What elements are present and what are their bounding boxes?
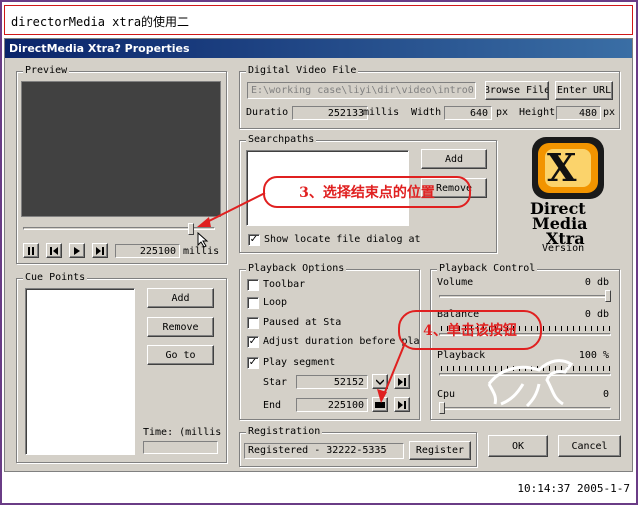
playback-options-group: Playback Options Toolbar Loop Paused at … — [239, 263, 420, 420]
end-label: End — [263, 400, 282, 411]
cue-add-button[interactable]: Add — [147, 288, 214, 308]
height-field: 480 — [556, 106, 601, 120]
searchpath-add-button[interactable]: Add — [421, 149, 487, 169]
enter-url-button[interactable]: Enter URL — [555, 81, 613, 100]
play-segment-checkbox[interactable]: ✓ — [247, 357, 259, 369]
properties-dialog: DirectMedia Xtra? Properties Preview 225… — [4, 38, 633, 472]
video-path-field[interactable]: E:\working case\liyi\dir\video\intro0 — [247, 82, 476, 99]
pause-icon — [28, 246, 34, 255]
checkmark-icon: ✓ — [249, 234, 259, 245]
set-end-icon — [375, 401, 385, 408]
ok-button[interactable]: OK — [488, 435, 548, 457]
preview-position-field: 225100 — [115, 244, 180, 258]
cue-remove-button[interactable]: Remove — [147, 317, 214, 337]
step-back-icon — [50, 246, 58, 255]
preview-screen — [21, 81, 221, 217]
segment-start-field[interactable]: 52152 — [296, 375, 368, 389]
playback-rate-value: 100 % — [578, 350, 609, 361]
preview-group: Preview 225100 millis — [16, 65, 227, 264]
dialog-title: DirectMedia Xtra? Properties — [9, 42, 190, 55]
toolbar-label: Toolbar — [263, 279, 306, 290]
playback-rate-label: Playback — [437, 350, 486, 361]
cue-points-group: Cue Points Add Remove Go to Time: (milli… — [16, 272, 227, 463]
step-forward-icon — [96, 246, 104, 255]
annotation-step3: 3、选择结束点的位置 — [263, 176, 471, 208]
registration-field: Registered - 32222-5335 — [244, 443, 404, 459]
width-field: 640 — [444, 106, 492, 120]
volume-value: 0 db — [584, 277, 609, 288]
browse-file-button[interactable]: Browse File — [485, 81, 549, 100]
height-label: Height — [519, 107, 556, 118]
balance-value: 0 db — [584, 309, 609, 320]
annotation-step4: 4、单击该按钮 — [398, 310, 542, 350]
segment-end-field[interactable]: 225100 — [296, 398, 368, 412]
caption-bar: directorMedia xtra的使用二 — [4, 5, 633, 35]
paused-at-start-checkbox[interactable] — [247, 317, 259, 329]
adjust-duration-label: Adjust duration before pla — [263, 336, 420, 347]
start-label: Star — [263, 377, 288, 388]
step-forward-button[interactable] — [92, 243, 108, 258]
digital-video-label: Digital Video File — [246, 65, 359, 77]
cue-time-field[interactable] — [143, 441, 218, 454]
cpu-value: 0 — [602, 389, 609, 400]
preview-seek-thumb[interactable] — [188, 223, 194, 235]
cue-goto-button[interactable]: Go to — [147, 345, 214, 365]
show-dialog-label: Show locate file dialog at — [264, 234, 421, 245]
cue-points-label: Cue Points — [23, 272, 88, 284]
toolbar-checkbox[interactable] — [247, 279, 259, 291]
play-button[interactable] — [69, 243, 85, 258]
show-dialog-checkbox[interactable]: ✓ — [248, 234, 260, 246]
cpu-thumb[interactable] — [439, 402, 445, 414]
adjust-duration-checkbox[interactable]: ✓ — [247, 336, 259, 348]
width-unit: px — [496, 107, 509, 118]
volume-label: Volume — [437, 277, 474, 288]
loop-checkbox[interactable] — [247, 297, 259, 309]
cancel-button[interactable]: Cancel — [558, 435, 621, 457]
chevron-down-icon — [376, 379, 384, 385]
width-label: Width — [411, 107, 442, 118]
registration-group: Registration Registered - 32222-5335 Reg… — [239, 426, 477, 467]
pause-button[interactable] — [23, 243, 39, 258]
volume-thumb[interactable] — [605, 290, 611, 302]
logo-version: Version — [542, 243, 585, 254]
horse-watermark-icon — [487, 359, 574, 408]
playback-options-label: Playback Options — [246, 263, 347, 275]
mouse-cursor-icon — [197, 232, 209, 248]
checkmark-icon: ✓ — [248, 357, 258, 368]
step-forward-icon — [398, 400, 406, 409]
preview-seek-track[interactable] — [23, 227, 215, 230]
set-end-button[interactable] — [372, 397, 388, 412]
registration-label: Registration — [246, 426, 323, 438]
duration-label: Duratio — [246, 107, 289, 118]
caption-text: directorMedia xtra的使用二 — [11, 15, 190, 29]
step-forward-icon — [398, 377, 406, 386]
digital-video-group: Digital Video File E:\working case\liyi\… — [239, 65, 620, 129]
preview-label: Preview — [23, 65, 70, 77]
checkmark-icon: ✓ — [248, 336, 258, 347]
timestamp: 10:14:37 2005-1-7 — [517, 482, 630, 495]
goto-start-button[interactable] — [394, 374, 410, 389]
play-segment-label: Play segment — [263, 357, 336, 368]
searchpaths-label: Searchpaths — [246, 134, 317, 146]
dialog-titlebar: DirectMedia Xtra? Properties — [5, 39, 632, 58]
goto-end-button[interactable] — [394, 397, 410, 412]
register-button[interactable]: Register — [409, 441, 471, 460]
play-icon — [74, 246, 80, 255]
directmedia-logo: X Direct Media Xtra Version — [522, 135, 612, 255]
height-unit: px — [603, 107, 616, 118]
cue-time-label: Time: (millis — [143, 427, 222, 438]
set-start-button[interactable] — [372, 374, 388, 389]
cpu-label: Cpu — [437, 389, 456, 400]
paused-at-start-label: Paused at Sta — [263, 317, 342, 328]
duration-field: 252133 — [292, 106, 368, 120]
step-back-button[interactable] — [46, 243, 62, 258]
duration-unit: millis — [363, 107, 400, 118]
cue-points-list[interactable] — [25, 288, 135, 455]
loop-label: Loop — [263, 297, 288, 308]
volume-track[interactable] — [439, 295, 611, 298]
playback-control-label: Playback Control — [437, 263, 538, 275]
logo-letter: X — [547, 145, 577, 190]
